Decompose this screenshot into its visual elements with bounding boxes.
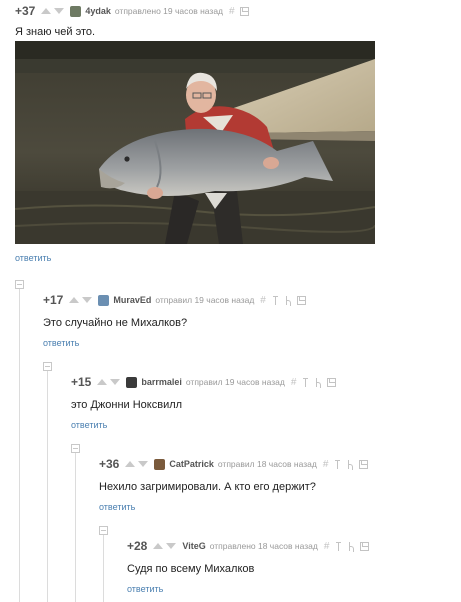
upvote-icon[interactable] <box>125 461 136 467</box>
comment-header: +36 CatPatrick отправил 18 часов назад # <box>99 455 459 473</box>
comment-rating: +15 <box>71 375 92 389</box>
link-icon[interactable] <box>348 541 355 552</box>
username[interactable]: barrmalei <box>141 377 182 387</box>
thread-line <box>19 284 20 602</box>
avatar[interactable] <box>98 294 110 306</box>
comment-header: +28 ViteG отправлено 18 часов назад # <box>127 537 457 555</box>
hash-icon[interactable]: # <box>229 6 235 17</box>
downvote-icon[interactable] <box>138 461 149 467</box>
timestamp: отправил 19 часов назад <box>185 377 285 387</box>
vote-controls <box>41 8 65 14</box>
comment: +15 barrmalei отправил 19 часов назад # … <box>71 373 456 433</box>
vote-controls <box>97 379 121 385</box>
comment: +28 ViteG отправлено 18 часов назад # Су… <box>127 537 457 597</box>
upvote-icon[interactable] <box>69 297 80 303</box>
username[interactable]: ViteG <box>182 541 205 551</box>
upvote-icon[interactable] <box>41 8 52 14</box>
comment-text: Нехило загримировали. А кто его держит? <box>99 481 316 493</box>
reply-link[interactable]: ответить <box>15 253 51 263</box>
link-icon[interactable] <box>347 459 354 470</box>
reply-link[interactable]: ответить <box>43 338 79 348</box>
comment-header: +17 MuravEd отправил 19 часов назад # <box>43 291 453 309</box>
hash-icon[interactable]: # <box>324 541 330 552</box>
comment: +36 CatPatrick отправил 18 часов назад #… <box>99 455 459 515</box>
thread-line <box>47 366 48 602</box>
collapse-toggle[interactable] <box>15 280 24 289</box>
downvote-icon[interactable] <box>110 379 121 385</box>
comment-rating: +17 <box>43 293 64 307</box>
parent-comment-icon[interactable] <box>333 459 342 469</box>
hash-icon[interactable]: # <box>291 377 297 388</box>
fisherman-photo <box>15 41 375 244</box>
hash-icon[interactable]: # <box>323 459 329 470</box>
timestamp: отправлено 19 часов назад <box>114 6 224 16</box>
comment-text: Судя по всему Михалков <box>127 563 255 575</box>
timestamp: отправил 19 часов назад <box>155 295 255 305</box>
avatar[interactable] <box>154 458 166 470</box>
save-icon[interactable] <box>239 6 249 16</box>
vote-controls <box>153 543 177 549</box>
collapse-toggle[interactable] <box>71 444 80 453</box>
username[interactable]: 4ydak <box>85 6 111 16</box>
save-icon[interactable] <box>359 459 369 469</box>
downvote-icon[interactable] <box>82 297 93 303</box>
comment-image[interactable] <box>15 41 375 244</box>
avatar[interactable] <box>70 5 82 17</box>
save-icon[interactable] <box>327 377 337 387</box>
upvote-icon[interactable] <box>97 379 108 385</box>
vote-controls <box>69 297 93 303</box>
thread-line <box>75 448 76 602</box>
collapse-toggle[interactable] <box>43 362 52 371</box>
comment: +37 4ydak отправлено 19 часов назад # Я … <box>15 2 455 39</box>
comment-rating: +28 <box>127 539 148 553</box>
save-icon[interactable] <box>296 295 306 305</box>
comment-actions: ответить <box>15 247 51 266</box>
comment-text: Это случайно не Михалков? <box>43 317 188 329</box>
downvote-icon[interactable] <box>54 8 65 14</box>
comment-header: +15 barrmalei отправил 19 часов назад # <box>71 373 456 391</box>
comment-header: +37 4ydak отправлено 19 часов назад # <box>15 2 455 20</box>
reply-link[interactable]: ответить <box>71 420 107 430</box>
link-icon[interactable] <box>285 295 292 306</box>
avatar[interactable] <box>126 376 138 388</box>
parent-comment-icon[interactable] <box>334 541 343 551</box>
parent-comment-icon[interactable] <box>271 295 280 305</box>
comment-text: Я знаю чей это. <box>15 26 96 38</box>
timestamp: отправил 18 часов назад <box>217 459 317 469</box>
parent-comment-icon[interactable] <box>301 377 310 387</box>
collapse-toggle[interactable] <box>99 526 108 535</box>
comment-rating: +36 <box>99 457 120 471</box>
username[interactable]: CatPatrick <box>169 459 214 469</box>
thread-line <box>103 530 104 602</box>
upvote-icon[interactable] <box>153 543 164 549</box>
downvote-icon[interactable] <box>166 543 177 549</box>
vote-controls <box>125 461 149 467</box>
reply-link[interactable]: ответить <box>99 502 135 512</box>
timestamp: отправлено 18 часов назад <box>209 541 318 551</box>
hash-icon[interactable]: # <box>260 295 266 306</box>
comment-rating: +37 <box>15 4 36 18</box>
comment-text: это Джонни Ноксвилл <box>71 399 183 411</box>
link-icon[interactable] <box>315 377 322 388</box>
save-icon[interactable] <box>360 541 370 551</box>
comment: +17 MuravEd отправил 19 часов назад # Эт… <box>43 291 453 351</box>
username[interactable]: MuravEd <box>113 295 151 305</box>
comment-thread: +37 4ydak отправлено 19 часов назад # Я … <box>0 0 461 602</box>
reply-link[interactable]: ответить <box>127 584 163 594</box>
